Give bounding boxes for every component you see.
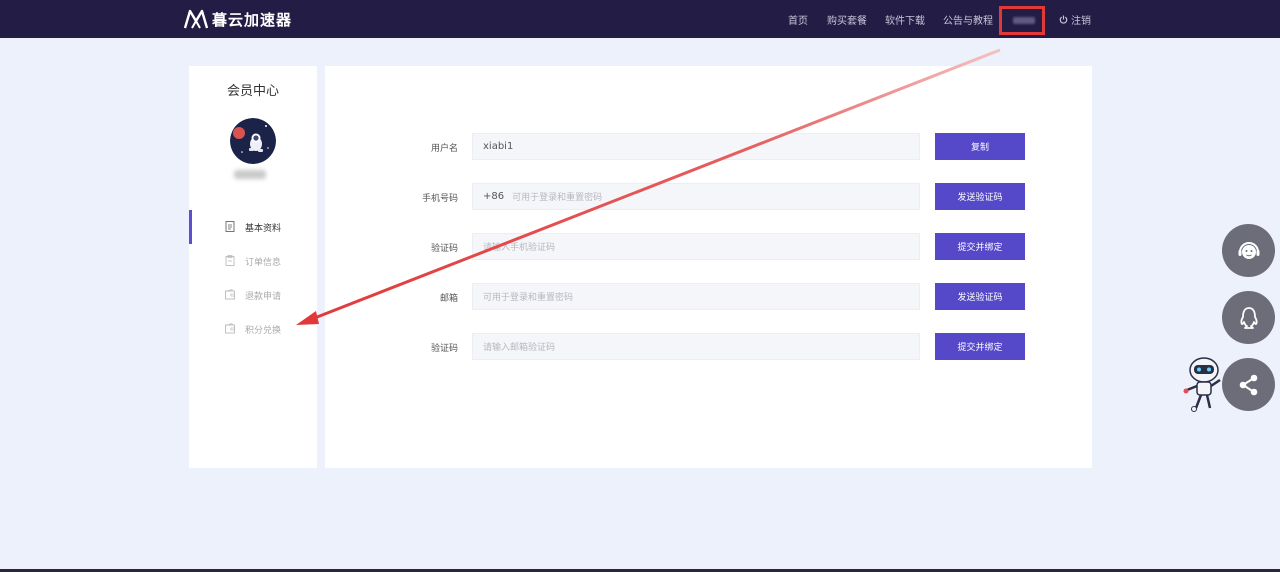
email-placeholder: 可用于登录和重置密码 [483, 293, 574, 303]
sidebar-item-label: 退款申请 [245, 291, 282, 302]
phone-label: 手机号码 [421, 194, 458, 204]
user-account-menu[interactable] [999, 6, 1045, 35]
sidebar-item-label: 订单信息 [245, 257, 282, 268]
avatar[interactable] [230, 118, 276, 164]
nav-download[interactable]: 软件下载 [885, 12, 925, 27]
send-phone-code-button[interactable]: 发送验证码 [935, 183, 1025, 210]
username-value: xiabi1 [483, 141, 514, 152]
submit-bind-phone-button[interactable]: 提交并绑定 [935, 233, 1025, 260]
username-field: xiabi1 [472, 133, 920, 160]
sidebar-title: 会员中心 [226, 84, 279, 99]
email-input[interactable]: 可用于登录和重置密码 [472, 283, 920, 310]
email-code-input[interactable]: 请输入邮箱验证码 [472, 333, 920, 360]
logout-label: 注销 [1071, 16, 1091, 27]
submit-bind-email-button[interactable]: 提交并绑定 [935, 333, 1025, 360]
sidebar-item-points-exchange[interactable]: 积分兑换 [189, 312, 317, 346]
top-navbar: 暮云加速器 首页 购买套餐 软件下载 公告与教程 注销 [0, 0, 1280, 38]
send-email-code-button[interactable]: 发送验证码 [935, 283, 1025, 310]
nav-home[interactable]: 首页 [788, 12, 808, 27]
phone-code-label: 验证码 [430, 244, 458, 254]
wallet-icon [225, 323, 235, 334]
nav-buy-plan[interactable]: 购买套餐 [827, 12, 867, 27]
email-code-row: 验证码 请输入邮箱验证码 提交并绑定 [325, 333, 1092, 360]
customer-service-button[interactable] [1222, 224, 1275, 277]
sidebar-item-label: 基本资料 [245, 223, 282, 234]
sidebar-item-profile[interactable]: 基本资料 [189, 210, 317, 244]
brand-logo[interactable]: 暮云加速器 [184, 8, 292, 30]
sidebar-item-label: 积分兑换 [245, 325, 282, 336]
profile-panel: 用户名 xiabi1 复制 手机号码 +86 可用于登录和重置密码 发送验证码 … [325, 66, 1092, 468]
member-sidebar: 会员中心 基本资料 订单信息 退款申请 积分兑换 [189, 66, 317, 468]
phone-input[interactable]: +86 可用于登录和重置密码 [472, 183, 920, 210]
username-label: 用户名 [430, 144, 458, 154]
robot-mascot[interactable] [1182, 352, 1232, 414]
email-code-placeholder: 请输入邮箱验证码 [483, 343, 556, 353]
phone-row: 手机号码 +86 可用于登录和重置密码 发送验证码 [325, 183, 1092, 210]
customer-service-icon [1238, 241, 1259, 259]
username-redacted [234, 170, 266, 179]
logout-link[interactable]: 注销 [1059, 12, 1091, 27]
phone-code-row: 验证码 请输入手机验证码 提交并绑定 [325, 233, 1092, 260]
phone-code-input[interactable]: 请输入手机验证码 [472, 233, 920, 260]
share-icon [1239, 374, 1257, 395]
copy-button[interactable]: 复制 [935, 133, 1025, 160]
sidebar-menu: 基本资料 订单信息 退款申请 积分兑换 [189, 210, 317, 346]
nav-announcements[interactable]: 公告与教程 [943, 12, 993, 27]
wallet-icon [225, 289, 235, 300]
phone-code-placeholder: 请输入手机验证码 [483, 243, 556, 253]
qq-icon [1239, 306, 1258, 329]
phone-placeholder: 可用于登录和重置密码 [512, 193, 603, 203]
qq-contact-button[interactable] [1222, 291, 1275, 344]
sidebar-item-refund[interactable]: 退款申请 [189, 278, 317, 312]
email-label: 邮箱 [439, 294, 458, 304]
email-row: 邮箱 可用于登录和重置密码 发送验证码 [325, 283, 1092, 310]
astronaut-avatar-icon [230, 118, 276, 164]
sidebar-item-orders[interactable]: 订单信息 [189, 244, 317, 278]
username-row: 用户名 xiabi1 复制 [325, 133, 1092, 160]
logo-mark-icon [184, 9, 208, 29]
username-redacted [1013, 17, 1035, 24]
clipboard-icon [225, 255, 235, 266]
brand-name: 暮云加速器 [212, 10, 293, 29]
document-icon [225, 221, 235, 232]
email-code-label: 验证码 [430, 344, 458, 354]
country-code: +86 [483, 191, 505, 202]
power-icon [1059, 15, 1068, 24]
